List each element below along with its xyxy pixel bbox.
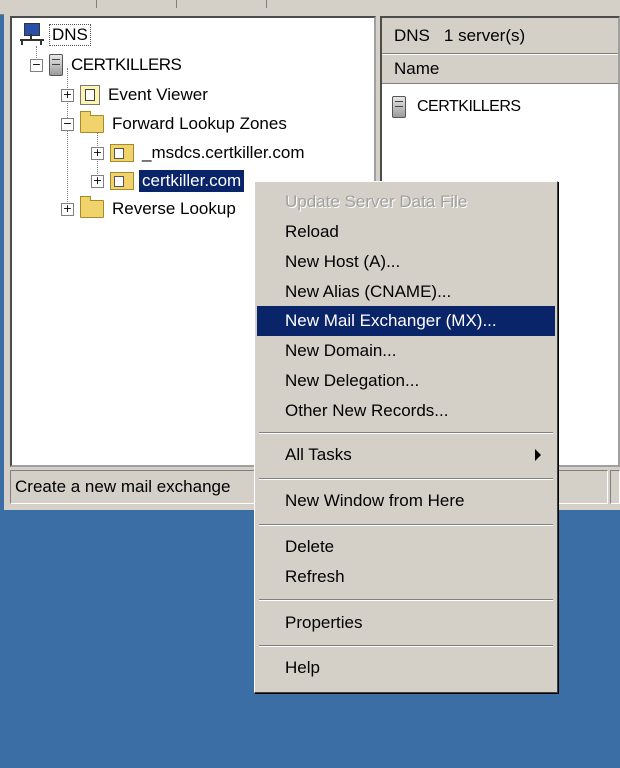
tree-item-msdcs-zone[interactable]: + _msdcs.certkiller.com	[91, 140, 307, 166]
network-computer-icon	[20, 23, 44, 47]
column-header-label: Name	[394, 59, 440, 78]
tree-item-server[interactable]: − CERTKILLERS	[30, 52, 184, 78]
menu-item-label: Delete	[285, 537, 335, 556]
server-icon	[49, 54, 63, 76]
tree-item-label: Reverse Lookup	[112, 199, 236, 218]
column-header-name[interactable]: Name	[382, 54, 618, 84]
expand-icon[interactable]: +	[91, 146, 104, 160]
list-item-label: CERTKILLERS	[417, 98, 521, 115]
menu-item-new-window-from-here[interactable]: New Window from Here	[257, 486, 555, 516]
menu-item-update-server-data-file[interactable]: Update Server Data File	[257, 187, 555, 217]
tree-item-label: certkiller.com	[137, 169, 246, 193]
tree-item-dns-root[interactable]: DNS	[20, 22, 91, 48]
menu-item-properties[interactable]: Properties	[257, 608, 555, 638]
collapse-icon[interactable]: −	[61, 117, 74, 131]
menu-item-label: Refresh	[285, 567, 345, 586]
event-viewer-icon	[80, 85, 100, 105]
toolbar-segment	[0, 0, 97, 8]
menu-item-refresh[interactable]: Refresh	[257, 562, 555, 592]
menu-item-label: All Tasks	[285, 445, 352, 464]
menu-separator	[259, 478, 553, 480]
expand-icon[interactable]: +	[61, 202, 74, 216]
tree-item-label: CERTKILLERS	[71, 55, 182, 74]
menu-item-label: Reload	[285, 222, 339, 241]
menu-item-new-mail-exchanger[interactable]: New Mail Exchanger (MX)...	[257, 306, 555, 336]
expand-icon[interactable]: +	[61, 88, 74, 102]
tree-item-certkiller-zone[interactable]: + certkiller.com	[91, 168, 246, 194]
server-icon	[392, 96, 406, 118]
toolbar-segment	[96, 0, 177, 8]
menu-item-label: New Mail Exchanger (MX)...	[285, 311, 497, 330]
folder-icon	[80, 196, 104, 218]
list-item-server[interactable]: CERTKILLERS	[392, 96, 521, 118]
menu-item-help[interactable]: Help	[257, 653, 555, 683]
tree-item-label: Event Viewer	[108, 85, 208, 104]
menu-item-label: New Delegation...	[285, 371, 420, 390]
tree-item-forward-lookup-zones[interactable]: − Forward Lookup Zones	[61, 111, 290, 137]
menu-item-label: New Window from Here	[285, 491, 465, 510]
menu-item-reload[interactable]: Reload	[257, 217, 555, 247]
menu-separator	[259, 599, 553, 601]
zone-folder-icon	[110, 144, 134, 162]
tree-item-label: _msdcs.certkiller.com	[142, 143, 305, 162]
menu-item-label: Update Server Data File	[285, 192, 468, 211]
menu-item-other-new-records[interactable]: Other New Records...	[257, 396, 555, 426]
menu-item-label: New Domain...	[285, 341, 397, 360]
menu-item-new-domain[interactable]: New Domain...	[257, 336, 555, 366]
details-title: DNS	[394, 25, 430, 45]
submenu-arrow-icon	[535, 449, 541, 461]
menu-separator	[259, 645, 553, 647]
menu-item-delete[interactable]: Delete	[257, 532, 555, 562]
menu-item-label: Other New Records...	[285, 401, 449, 420]
tree-item-event-viewer[interactable]: + Event Viewer	[61, 82, 211, 108]
window-top-strip	[0, 0, 620, 15]
menu-item-all-tasks[interactable]: All Tasks	[257, 440, 555, 470]
folder-icon	[80, 111, 104, 133]
menu-item-new-alias[interactable]: New Alias (CNAME)...	[257, 277, 555, 307]
tree-item-label: Forward Lookup Zones	[112, 114, 287, 133]
menu-separator	[259, 432, 553, 434]
menu-separator	[259, 524, 553, 526]
details-header: DNS 1 server(s)	[382, 18, 618, 54]
menu-item-label: New Alias (CNAME)...	[285, 282, 452, 301]
menu-item-new-host[interactable]: New Host (A)...	[257, 247, 555, 277]
context-menu: Update Server Data File Reload New Host …	[254, 181, 558, 693]
toolbar-segment	[176, 0, 267, 8]
menu-item-label: Properties	[285, 613, 363, 632]
zone-folder-icon	[110, 172, 134, 190]
details-count: 1 server(s)	[443, 25, 526, 45]
tree-item-reverse-lookup-zones[interactable]: + Reverse Lookup	[61, 196, 239, 222]
status-cell-empty	[610, 470, 620, 504]
menu-item-new-delegation[interactable]: New Delegation...	[257, 366, 555, 396]
collapse-icon[interactable]: −	[30, 58, 43, 72]
menu-item-label: New Host (A)...	[285, 252, 401, 271]
menu-item-label: Help	[285, 658, 320, 677]
expand-icon[interactable]: +	[91, 174, 104, 188]
tree-item-label: DNS	[49, 24, 91, 46]
